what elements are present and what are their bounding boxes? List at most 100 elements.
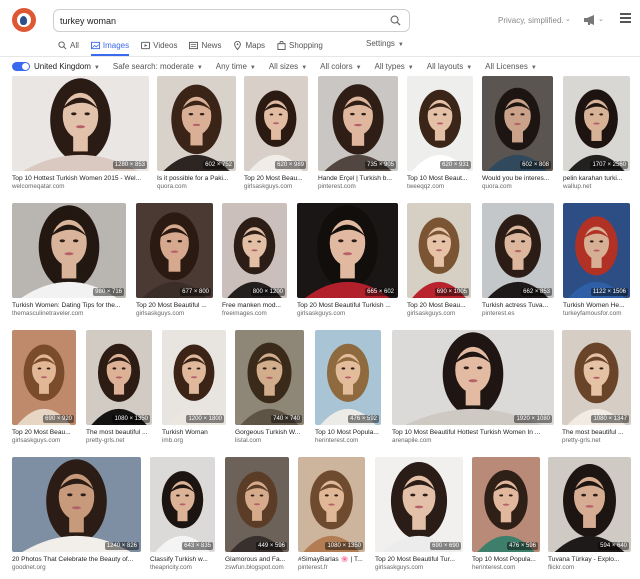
- result-title[interactable]: Turkish Woman: [162, 429, 226, 437]
- result-thumbnail[interactable]: [12, 203, 126, 298]
- result-thumbnail[interactable]: [12, 457, 141, 552]
- result-title[interactable]: Turkish Women He...: [563, 302, 630, 310]
- hamburger-menu-icon[interactable]: [620, 13, 631, 23]
- result-source[interactable]: theapricity.com: [150, 564, 215, 572]
- result-source[interactable]: pretty-grls.net: [562, 437, 631, 445]
- result-title[interactable]: #SimayBarlas 🌸 | T...: [298, 556, 365, 564]
- result-thumbnail[interactable]: [472, 457, 540, 552]
- result-source[interactable]: freeimages.com: [222, 310, 287, 318]
- image-result-tile[interactable]: 735 × 905 Hande Erçel | Turkish b... pinte…: [318, 76, 398, 193]
- image-result-tile[interactable]: 690 × 690 Top 20 Most Beautiful Tur... gir…: [375, 457, 463, 574]
- result-source[interactable]: pinterest.fr: [298, 564, 365, 572]
- result-title[interactable]: The most beautiful ...: [86, 429, 152, 437]
- megaphone-icon[interactable]: [583, 15, 597, 25]
- image-result-tile[interactable]: 476 × 592 Top 10 Most Popula... herinteres…: [315, 330, 381, 447]
- result-thumbnail[interactable]: [482, 203, 554, 298]
- image-result-tile[interactable]: 1240 × 826 20 Photos That Celebrate the B…: [12, 457, 141, 574]
- image-result-tile[interactable]: 1080 × 1350 #SimayBarlas 🌸 | T... pinteres…: [298, 457, 365, 574]
- result-thumbnail[interactable]: [482, 76, 553, 171]
- result-thumbnail[interactable]: [86, 330, 152, 425]
- result-source[interactable]: girlsaskguys.com: [297, 310, 398, 318]
- chevron-down-icon[interactable]: ⌄: [598, 15, 604, 23]
- search-box[interactable]: [53, 9, 410, 32]
- filter-license[interactable]: All Licenses ▼: [485, 62, 537, 71]
- filter-time[interactable]: Any time ▼: [216, 62, 256, 71]
- result-source[interactable]: girlsaskguys.com: [244, 183, 308, 191]
- result-thumbnail[interactable]: [12, 330, 76, 425]
- result-title[interactable]: Top 10 Most Beautiful Hottest Turkish Wo…: [392, 429, 554, 437]
- image-result-tile[interactable]: 1080 × 1347 The most beautiful ... pretty-…: [562, 330, 631, 447]
- result-title[interactable]: 20 Photos That Celebrate the Beauty of..…: [12, 556, 141, 564]
- region-toggle[interactable]: [12, 61, 30, 71]
- result-title[interactable]: Gorgeous Turkish W...: [235, 429, 304, 437]
- result-source[interactable]: herinterest.com: [315, 437, 381, 445]
- result-source[interactable]: quora.com: [482, 183, 553, 191]
- result-thumbnail[interactable]: [150, 457, 215, 552]
- result-thumbnail[interactable]: [375, 457, 463, 552]
- filter-type[interactable]: All types ▼: [375, 62, 414, 71]
- result-title[interactable]: Top 20 Most Beau...: [12, 429, 76, 437]
- image-result-tile[interactable]: 449 × 596 Glamorous and Fa... zswfun.blogs…: [225, 457, 289, 574]
- result-title[interactable]: Top 20 Most Beautiful Tur...: [375, 556, 463, 564]
- result-source[interactable]: herinterest.com: [472, 564, 540, 572]
- image-result-tile[interactable]: 476 × 596 Top 10 Most Popula... herinteres…: [472, 457, 540, 574]
- image-result-tile[interactable]: 1080 × 1350 The most beautiful ... pretty-…: [86, 330, 152, 447]
- result-thumbnail[interactable]: [315, 330, 381, 425]
- result-thumbnail[interactable]: [562, 330, 631, 425]
- result-source[interactable]: goodnet.org: [12, 564, 141, 572]
- result-title[interactable]: Hande Erçel | Turkish b...: [318, 175, 398, 183]
- result-title[interactable]: Would you be interes...: [482, 175, 553, 183]
- result-title[interactable]: Is it possible for a Paki...: [157, 175, 236, 183]
- tab-images[interactable]: Images: [90, 38, 130, 56]
- result-thumbnail[interactable]: [136, 203, 213, 298]
- result-title[interactable]: Glamorous and Fa...: [225, 556, 289, 564]
- image-result-tile[interactable]: 643 × 835 Classify Turkish w... theapricit…: [150, 457, 215, 574]
- search-icon[interactable]: [390, 15, 401, 26]
- result-thumbnail[interactable]: [563, 203, 630, 298]
- result-thumbnail[interactable]: [157, 76, 236, 171]
- result-thumbnail[interactable]: [222, 203, 287, 298]
- filter-size[interactable]: All sizes ▼: [269, 62, 307, 71]
- chevron-down-icon[interactable]: ⌄: [565, 15, 571, 23]
- image-result-tile[interactable]: 620 × 931 Top 10 Most Beaut... tweeqqz.com: [407, 76, 473, 193]
- result-source[interactable]: imb.org: [162, 437, 226, 445]
- tab-shopping[interactable]: Shopping: [277, 38, 323, 52]
- image-result-tile[interactable]: 740 × 740 Gorgeous Turkish W... listal.com: [235, 330, 304, 447]
- filter-region[interactable]: United Kingdom ▼: [34, 62, 100, 71]
- result-title[interactable]: Top 10 Most Popula...: [315, 429, 381, 437]
- result-source[interactable]: arenapile.com: [392, 437, 554, 445]
- result-thumbnail[interactable]: [407, 76, 473, 171]
- result-source[interactable]: zswfun.blogspot.com: [225, 564, 289, 572]
- search-input[interactable]: [60, 13, 380, 29]
- result-title[interactable]: Top 20 Most Beau...: [407, 302, 471, 310]
- duckduckgo-logo[interactable]: [12, 8, 36, 32]
- filter-safe-search[interactable]: Safe search: moderate ▼: [113, 62, 203, 71]
- result-source[interactable]: pinterest.es: [482, 310, 554, 318]
- image-result-tile[interactable]: 690 × 1005 Top 20 Most Beau... girlsaskguy…: [407, 203, 471, 320]
- image-result-tile[interactable]: 1707 × 2560 pelin karahan turki... wallup.…: [563, 76, 630, 193]
- image-result-tile[interactable]: 602 × 808 Would you be interes... quora.co…: [482, 76, 553, 193]
- result-thumbnail[interactable]: [12, 76, 149, 171]
- image-result-tile[interactable]: 665 × 602 Top 20 Most Beautiful Turkish .…: [297, 203, 398, 320]
- result-title[interactable]: The most beautiful ...: [562, 429, 631, 437]
- result-thumbnail[interactable]: [225, 457, 289, 552]
- result-thumbnail[interactable]: [162, 330, 226, 425]
- result-source[interactable]: girlsaskguys.com: [407, 310, 471, 318]
- result-source[interactable]: tweeqqz.com: [407, 183, 473, 191]
- result-source[interactable]: flickr.com: [548, 564, 631, 572]
- settings-menu[interactable]: Settings ▼: [366, 39, 404, 48]
- result-thumbnail[interactable]: [392, 330, 554, 425]
- result-title[interactable]: Free manken mod...: [222, 302, 287, 310]
- result-source[interactable]: turkeyfamousfor.com: [563, 310, 630, 318]
- image-result-tile[interactable]: 620 × 989 Top 20 Most Beau... girlsaskguys…: [244, 76, 308, 193]
- result-thumbnail[interactable]: [298, 457, 365, 552]
- image-result-tile[interactable]: 1920 × 1080 Top 10 Most Beautiful Hottest…: [392, 330, 554, 447]
- image-result-tile[interactable]: 594 × 640 Tuvana Türkay - Explo... flickr.…: [548, 457, 631, 574]
- image-result-tile[interactable]: 1200 × 1800 Turkish Woman imb.org: [162, 330, 226, 447]
- result-title[interactable]: Top 10 Most Beaut...: [407, 175, 473, 183]
- tab-news[interactable]: News: [189, 38, 221, 52]
- filter-layout[interactable]: All layouts ▼: [427, 62, 472, 71]
- privacy-link[interactable]: Privacy, simplified.: [498, 16, 564, 25]
- result-title[interactable]: Turkish actress Tuva...: [482, 302, 554, 310]
- result-title[interactable]: Classify Turkish w...: [150, 556, 215, 564]
